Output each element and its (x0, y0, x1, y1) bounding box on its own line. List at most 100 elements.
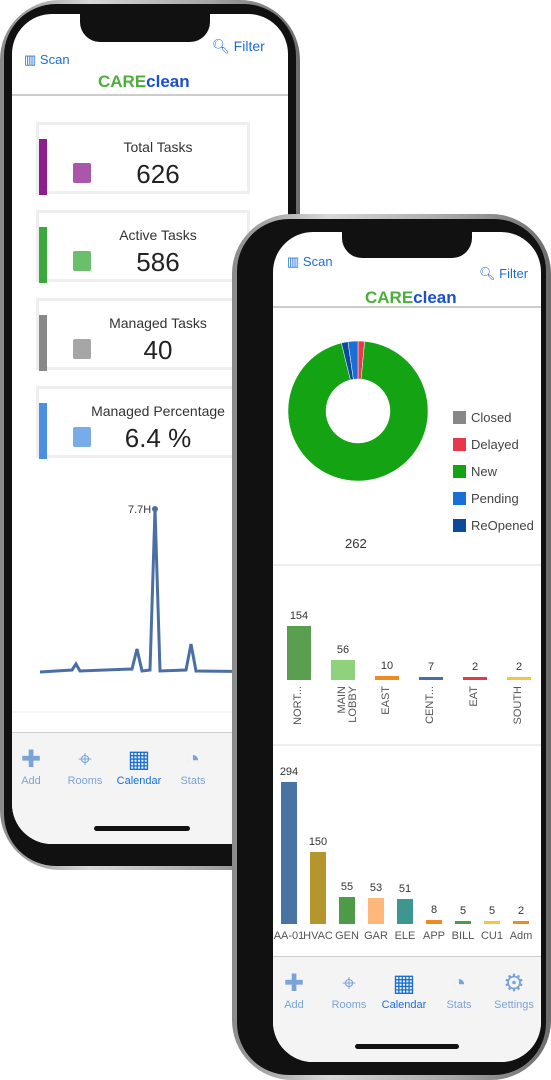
filter-label: Filter (233, 38, 265, 54)
scan-button[interactable]: ▥ Scan (24, 52, 70, 68)
card-value: 626 (136, 159, 180, 189)
bar[interactable] (419, 677, 443, 680)
legend-swatch (453, 465, 466, 478)
bar-value: 2 (517, 905, 525, 917)
bar[interactable] (339, 897, 355, 924)
logo: CAREclean (98, 72, 190, 92)
bar-value: 7 (427, 661, 435, 673)
bar[interactable] (375, 676, 399, 680)
tab-calendar[interactable]: ▦ Calendar (114, 745, 164, 787)
bar-value: 154 (289, 610, 309, 622)
peak-label: 7.7H (128, 504, 151, 516)
bar[interactable] (368, 898, 384, 924)
filter-button[interactable]: 🔍︎ Filter (212, 38, 265, 55)
filter-button[interactable]: 🔍︎ Filter (479, 266, 528, 282)
bar[interactable] (281, 782, 297, 924)
tab-calendar[interactable]: ▦ Calendar (379, 969, 429, 1011)
tab-label: Add (284, 999, 304, 1011)
card-title: Total Tasks (123, 139, 193, 155)
calendar-icon: ▦ (392, 970, 416, 997)
bar[interactable] (507, 677, 531, 680)
bar-value: 56 (336, 644, 350, 657)
stat-card[interactable]: Total Tasks 626 (36, 122, 250, 195)
asset-bar-chart: 294 AA-01 150 HVAC 55 GEN 53 GAR 51 ELE 8 APP 5 BILL 5… (273, 752, 541, 952)
bar-value: 10 (380, 660, 394, 673)
logo-clean: clean (413, 288, 457, 307)
bar-category: CENT... (424, 686, 436, 724)
tab-stats[interactable]: ◔ Stats (168, 745, 218, 787)
tab-stats[interactable]: ◔ Stats (434, 969, 484, 1011)
home-indicator (355, 1044, 459, 1049)
tab-label: Stats (446, 999, 472, 1011)
location-bar-chart: 154 NORT... 56 MAIN LOBBY 10 EAST 7 CENT... 2 EAT… (273, 572, 541, 742)
card-value: 6.4 % (124, 423, 192, 453)
legend-swatch (453, 438, 466, 451)
bar[interactable] (310, 851, 326, 924)
logo-clean: clean (146, 72, 190, 91)
stat-card[interactable]: Managed Percentage 6.4 % (36, 386, 250, 459)
tab-label: Rooms (331, 999, 367, 1011)
bar[interactable] (287, 626, 311, 680)
donut-total: 262 (345, 536, 367, 551)
bar-category: SOUTH (512, 686, 524, 725)
front-phone: ▥ Scan 🔍︎ Filter CAREclean 262 Closed Del… (232, 214, 551, 1080)
bar[interactable] (463, 677, 487, 680)
card-title: Managed Percentage (91, 403, 225, 419)
location-pin-icon: ⌖ (342, 970, 356, 997)
bar[interactable] (513, 921, 529, 924)
legend-swatch (453, 411, 466, 424)
legend-item: Delayed (453, 437, 519, 452)
plus-icon: ✚ (20, 746, 42, 773)
card-title: Managed Tasks (109, 315, 207, 331)
bar[interactable] (455, 921, 471, 924)
stat-card[interactable]: Active Tasks 586 (36, 210, 250, 283)
barcode-icon: ▥ (24, 52, 37, 67)
bar-category: NORT... (292, 686, 304, 725)
notch (342, 232, 472, 258)
bar-value: 294 (279, 766, 299, 778)
logo-care: CARE (98, 72, 147, 91)
filter-label: Filter (499, 266, 529, 281)
bar[interactable] (331, 660, 355, 680)
bar-category: Adm (509, 930, 533, 942)
bar[interactable] (484, 921, 500, 924)
search-icon: 🔍︎ (479, 266, 496, 281)
calendar-icon: ▦ (127, 746, 151, 773)
bar[interactable] (397, 899, 413, 924)
header-divider (12, 94, 288, 96)
bar[interactable] (426, 920, 442, 924)
tab-label: Add (21, 775, 41, 787)
header-divider (273, 306, 541, 308)
scan-label: Scan (39, 52, 70, 67)
bar-value: 150 (308, 835, 328, 848)
legend-label: ReOpened (471, 518, 534, 533)
legend-label: New (471, 464, 498, 479)
bar-category: MAIN LOBBY (336, 686, 359, 723)
card-title: Active Tasks (119, 227, 197, 243)
tab-rooms[interactable]: ⌖ Rooms (324, 969, 374, 1011)
card-value: 40 (143, 335, 173, 365)
location-pin-icon: ⌖ (78, 746, 92, 773)
front-phone-screen: ▥ Scan 🔍︎ Filter CAREclean 262 Closed Del… (273, 232, 541, 1062)
logo: CAREclean (365, 288, 457, 308)
legend-item: New (453, 464, 497, 479)
logo-care: CARE (365, 288, 414, 307)
notch (80, 14, 210, 42)
legend-item: Pending (453, 491, 519, 506)
search-icon: 🔍︎ (212, 38, 230, 54)
plus-icon: ✚ (283, 970, 305, 997)
stat-card[interactable]: Managed Tasks 40 (36, 298, 250, 371)
gear-icon: ⚙ (503, 970, 525, 997)
tab-label: Stats (180, 775, 206, 787)
tab-add[interactable]: ✚ Add (273, 969, 319, 1011)
tab-settings[interactable]: ⚙ Settings (489, 969, 539, 1011)
divider (273, 744, 541, 746)
tab-rooms[interactable]: ⌖ Rooms (60, 745, 110, 787)
scan-button[interactable]: ▥ Scan (287, 254, 333, 270)
pie-chart-icon: ◔ (451, 970, 467, 997)
tab-add[interactable]: ✚ Add (12, 745, 56, 787)
bar-value: 2 (515, 661, 523, 673)
legend-label: Pending (471, 491, 519, 506)
pie-chart-icon: ◔ (185, 746, 201, 773)
legend-label: Closed (471, 410, 512, 425)
